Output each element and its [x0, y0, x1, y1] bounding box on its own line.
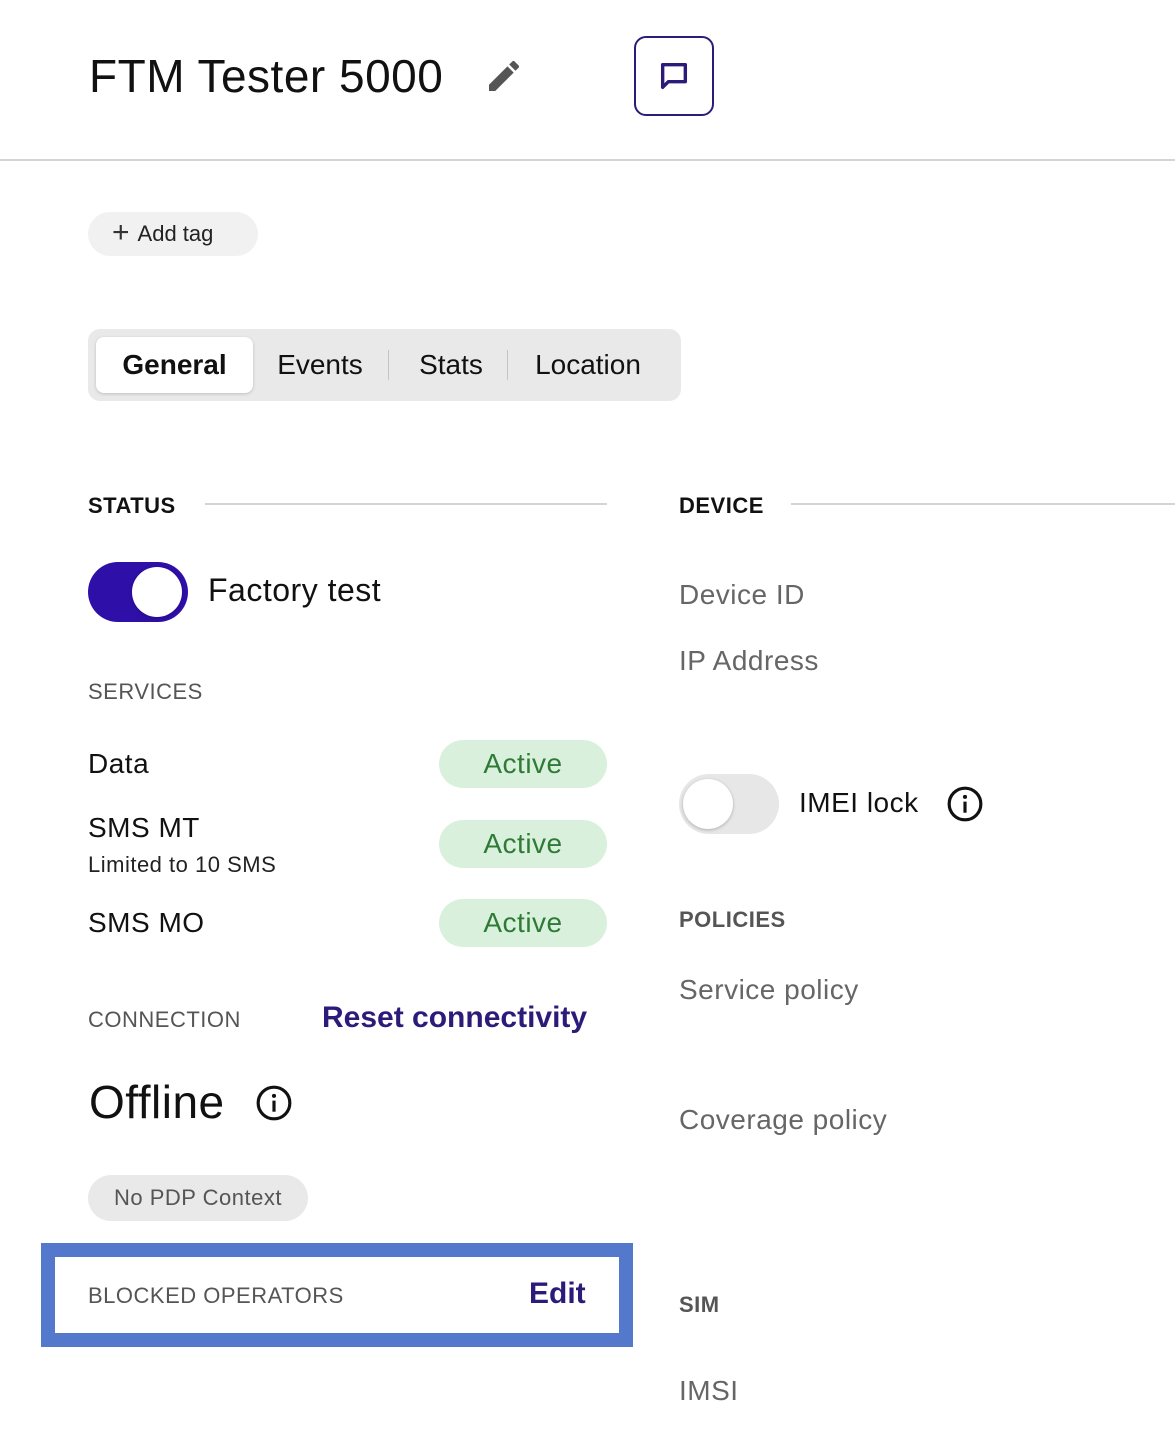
add-tag-label: Add tag [137, 221, 214, 246]
factory-test-label: Factory test [208, 572, 382, 608]
sim-heading: SIM [679, 1292, 720, 1317]
status-badge-data: Active [439, 740, 607, 788]
coverage-policy-label: Coverage policy [679, 1104, 888, 1135]
message-button[interactable] [634, 36, 714, 116]
blocked-operators-edit-link[interactable]: Edit [529, 1277, 586, 1311]
tab-general[interactable]: General [96, 337, 253, 393]
plus-icon: + [112, 215, 130, 249]
status-heading: STATUS [88, 493, 176, 518]
info-icon[interactable] [255, 1084, 293, 1122]
service-name-sms-mo: SMS MO [88, 907, 205, 938]
pdp-context-badge: No PDP Context [88, 1175, 308, 1221]
connection-heading: CONNECTION [88, 1007, 241, 1032]
policies-heading: POLICIES [679, 907, 786, 932]
device-divider [791, 503, 1175, 505]
tab-divider [388, 350, 389, 380]
service-name-data: Data [88, 748, 150, 779]
tab-events[interactable]: Events [260, 337, 380, 393]
service-name-sms-mt: SMS MT [88, 812, 200, 843]
info-icon[interactable] [946, 785, 984, 823]
service-policy-label: Service policy [679, 974, 859, 1005]
imei-lock-label: IMEI lock [799, 787, 919, 818]
add-tag-button[interactable]: + Add tag [88, 212, 258, 256]
imei-lock-toggle[interactable] [679, 774, 779, 834]
pencil-icon[interactable] [484, 56, 524, 96]
tab-bar: General Events Stats Location [88, 329, 681, 401]
tab-divider [507, 350, 508, 380]
imsi-label: IMSI [679, 1375, 739, 1406]
page-title: FTM Tester 5000 [89, 50, 444, 102]
connection-state: Offline [89, 1076, 225, 1128]
message-square-icon [660, 62, 688, 90]
tab-stats[interactable]: Stats [396, 337, 506, 393]
ip-address-label: IP Address [679, 645, 819, 676]
device-detail-page: FTM Tester 5000 + Add tag General Events… [0, 0, 1175, 1432]
status-divider [205, 503, 607, 505]
blocked-operators-highlight: BLOCKED OPERATORS Edit [41, 1243, 633, 1347]
device-id-label: Device ID [679, 579, 805, 610]
device-heading: DEVICE [679, 493, 764, 518]
reset-connectivity-link[interactable]: Reset connectivity [322, 1001, 587, 1035]
service-note-sms-mt: Limited to 10 SMS [88, 852, 277, 877]
status-badge-sms-mo: Active [439, 899, 607, 947]
blocked-operators-heading: BLOCKED OPERATORS [88, 1283, 344, 1308]
toggle-knob [683, 779, 733, 829]
status-badge-sms-mt: Active [439, 820, 607, 868]
factory-test-toggle[interactable] [88, 562, 188, 622]
toggle-knob [132, 567, 182, 617]
services-heading: SERVICES [88, 679, 203, 704]
tab-location[interactable]: Location [516, 337, 660, 393]
page-header: FTM Tester 5000 [0, 0, 1175, 161]
